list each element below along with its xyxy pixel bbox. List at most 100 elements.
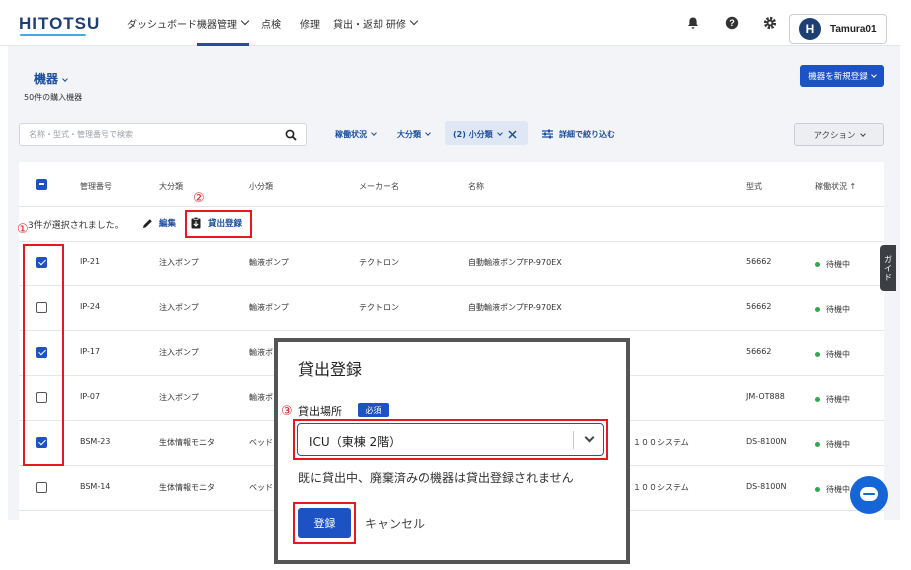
status-label: 待機中 — [826, 440, 850, 449]
close-icon[interactable] — [508, 129, 517, 139]
pencil-icon — [143, 218, 152, 228]
search-icon[interactable] — [285, 129, 297, 141]
col-name[interactable]: 名称 — [468, 181, 484, 192]
cell-minor: 輸液ポンプ — [249, 303, 289, 312]
status-dot-icon — [815, 262, 820, 267]
cell-maker: テクトロン — [359, 258, 399, 267]
status-dot-icon — [815, 442, 820, 447]
guide-tab[interactable]: ガイド — [880, 245, 896, 291]
filter-minor-label: (2) 小分類 — [453, 129, 493, 139]
col-maker[interactable]: メーカー名 — [359, 181, 399, 192]
nav-lending[interactable]: 貸出・返却 — [333, 0, 383, 46]
row-divider — [19, 241, 884, 242]
nav-training[interactable]: 研修 — [386, 0, 419, 46]
required-badge: 必須 — [358, 403, 389, 417]
nav-repair[interactable]: 修理 — [300, 0, 320, 46]
cell-name: １００システム — [633, 438, 689, 447]
col-minor[interactable]: 小分類 — [249, 181, 273, 192]
gear-icon[interactable] — [763, 16, 777, 30]
filter-status-label: 稼働状況 — [335, 129, 367, 139]
header-divider — [19, 206, 884, 207]
filter-minor[interactable]: (2) 小分類 — [453, 125, 517, 143]
user-menu[interactable]: H Tamura01 — [789, 14, 887, 44]
row-checkbox[interactable] — [36, 482, 47, 493]
highlight-lend-button — [185, 210, 252, 238]
dialog-title: 貸出登録 — [298, 360, 363, 379]
selection-count: 3件が選択されました。 — [28, 221, 124, 231]
chevron-down-icon — [425, 130, 431, 136]
item-count: 50件の購入機器 — [24, 93, 83, 102]
cell-model: 56662 — [746, 302, 772, 311]
nav-equipment[interactable]: 機器管理 — [197, 0, 250, 46]
search-input[interactable]: 名称・型式・管理番号で検索 — [19, 123, 307, 146]
chevron-down-icon — [371, 130, 377, 136]
nav-training-label: 研修 — [386, 19, 406, 31]
highlight-location-select — [293, 419, 608, 460]
cell-major: 注入ポンプ — [159, 393, 199, 402]
col-major[interactable]: 大分類 — [159, 181, 183, 192]
cell-name: 自動輸液ポンプFP-970EX — [468, 258, 562, 267]
status-label: 待機中 — [826, 395, 850, 404]
status-label: 待機中 — [826, 260, 850, 269]
cell-name: １００システム — [633, 483, 689, 492]
edit-label: 編集 — [159, 219, 177, 229]
nav-equipment-label: 機器管理 — [197, 19, 237, 31]
status-dot-icon — [815, 487, 820, 492]
chevron-down-icon — [409, 16, 419, 26]
chat-icon[interactable] — [850, 476, 888, 514]
dialog-note: 既に貸出中、廃棄済みの機器は貸出登録されません — [298, 471, 574, 485]
cell-model: DS-8100N — [746, 437, 787, 446]
cell-major: 注入ポンプ — [159, 303, 199, 312]
chevron-down-icon — [240, 16, 250, 26]
avatar: H — [799, 18, 821, 40]
cell-id: IP-24 — [80, 302, 101, 311]
status-label: 待機中 — [826, 350, 850, 359]
page-title[interactable]: 機器 — [34, 70, 68, 87]
cell-minor: ベッド — [249, 438, 273, 447]
filter-major[interactable]: 大分類 — [397, 125, 431, 143]
bell-icon[interactable] — [686, 16, 700, 30]
sort-asc-icon: ↑ — [849, 182, 857, 191]
cell-maker: テクトロン — [359, 303, 399, 312]
lend-location-label: 貸出場所 — [298, 405, 342, 418]
detail-filter-label: 詳細で絞り込む — [559, 129, 615, 139]
cell-minor: 輸液ポ — [249, 393, 273, 402]
annotation-marker-1: ① — [17, 222, 29, 237]
new-equipment-button[interactable]: 機器を新規登録 — [800, 65, 884, 87]
col-status-label: 稼働状況 — [815, 182, 847, 191]
status-badge: 待機中 — [815, 439, 850, 450]
chevron-down-icon — [62, 75, 68, 82]
highlight-checkboxes — [23, 244, 64, 466]
select-all-checkbox[interactable] — [36, 179, 47, 190]
action-label: アクション — [813, 130, 856, 141]
logo[interactable]: HITOTSU — [19, 14, 100, 34]
status-badge: 待機中 — [815, 484, 850, 495]
help-icon[interactable]: ? — [725, 16, 739, 30]
detail-filter-button[interactable]: 詳細で絞り込む — [542, 125, 615, 143]
cell-major: 注入ポンプ — [159, 258, 199, 267]
filter-status[interactable]: 稼働状況 — [335, 125, 377, 143]
sliders-icon — [542, 129, 553, 139]
status-badge: 待機中 — [815, 349, 850, 360]
chevron-down-icon — [496, 130, 503, 136]
nav-inspection[interactable]: 点検 — [261, 0, 281, 46]
cancel-button[interactable]: キャンセル — [365, 515, 425, 532]
row-divider — [19, 285, 884, 286]
row-divider — [19, 330, 884, 331]
nav-dashboard[interactable]: ダッシュボード — [127, 0, 197, 46]
cell-minor: 輸液ポンプ — [249, 258, 289, 267]
cell-id: BSM-14 — [80, 482, 111, 491]
col-model[interactable]: 型式 — [746, 181, 762, 192]
action-menu-button[interactable]: アクション — [794, 123, 884, 146]
cell-model: DS-8100N — [746, 482, 787, 491]
cell-model: 56662 — [746, 347, 772, 356]
edit-button[interactable]: 編集 — [142, 217, 176, 229]
status-badge: 待機中 — [815, 259, 850, 270]
col-id[interactable]: 管理番号 — [80, 181, 112, 192]
chevron-down-icon — [859, 130, 866, 137]
cell-minor: 輸液ポ — [249, 348, 273, 357]
cell-minor: ベッド — [249, 483, 273, 492]
search-placeholder: 名称・型式・管理番号で検索 — [29, 130, 133, 139]
col-status[interactable]: 稼働状況 ↑ — [815, 181, 856, 192]
status-dot-icon — [815, 307, 820, 312]
